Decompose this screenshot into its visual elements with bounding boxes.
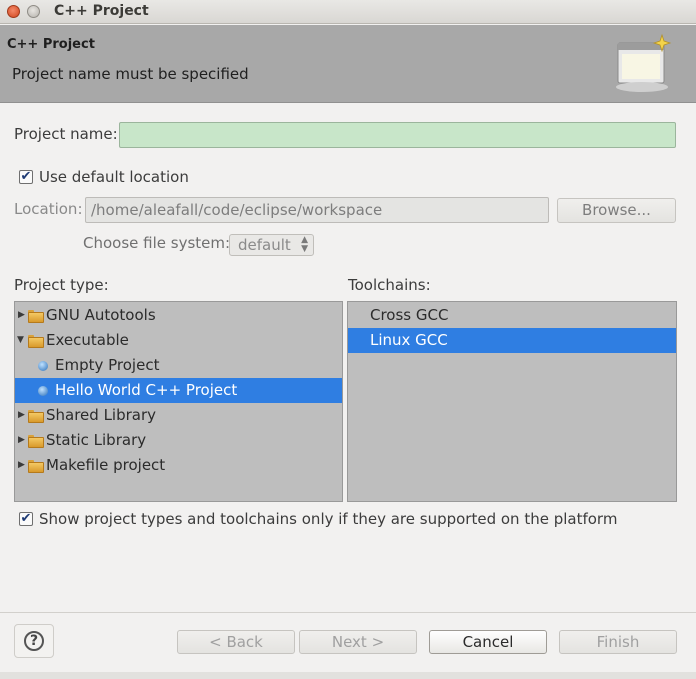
tree-item-executable[interactable]: ▼ Executable bbox=[15, 328, 342, 353]
tree-item-label: Hello World C++ Project bbox=[55, 381, 238, 399]
project-name-input[interactable] bbox=[119, 122, 676, 148]
back-button[interactable]: < Back bbox=[177, 630, 295, 654]
file-system-value: default bbox=[238, 236, 291, 254]
use-default-location-checkbox[interactable]: ✔ bbox=[19, 170, 33, 184]
use-default-location-label: Use default location bbox=[39, 168, 189, 186]
spinner-arrows-icon: ▲ ▼ bbox=[301, 235, 308, 254]
file-system-label: Choose file system: bbox=[83, 234, 231, 252]
tree-item-label: Shared Library bbox=[46, 406, 157, 424]
project-type-label: Project type: bbox=[14, 276, 109, 294]
tree-item-label: GNU Autotools bbox=[46, 306, 156, 324]
tree-item-label: Static Library bbox=[46, 431, 147, 449]
button-bar-divider bbox=[0, 612, 696, 613]
title-bar: C++ Project bbox=[0, 0, 696, 24]
cancel-button[interactable]: Cancel bbox=[429, 630, 547, 654]
wizard-header: C++ Project Project name must be specifi… bbox=[0, 25, 696, 103]
new-project-wizard-icon bbox=[616, 33, 672, 92]
folder-icon bbox=[28, 460, 44, 473]
tree-item-label: Executable bbox=[46, 331, 129, 349]
tree-item-hello-world-cpp-project[interactable]: Hello World C++ Project bbox=[15, 378, 342, 403]
open-folder-icon bbox=[28, 335, 44, 348]
wizard-title: C++ Project bbox=[7, 37, 95, 52]
project-template-icon bbox=[38, 386, 48, 396]
toolchain-item-cross-gcc[interactable]: Cross GCC bbox=[348, 303, 676, 328]
show-supported-only-checkbox[interactable]: ✔ bbox=[19, 512, 33, 526]
toolchain-item-linux-gcc[interactable]: Linux GCC bbox=[348, 328, 676, 353]
help-icon: ? bbox=[24, 631, 44, 651]
tree-item-label: Makefile project bbox=[46, 456, 166, 474]
expand-arrow-icon[interactable]: ▶ bbox=[18, 453, 25, 478]
folder-icon bbox=[28, 410, 44, 423]
project-template-icon bbox=[38, 361, 48, 371]
finish-button[interactable]: Finish bbox=[559, 630, 677, 654]
help-button[interactable]: ? bbox=[14, 624, 54, 658]
show-supported-only-label: Show project types and toolchains only i… bbox=[39, 510, 618, 528]
toolchain-label: Linux GCC bbox=[370, 331, 448, 349]
expand-arrow-icon[interactable]: ▶ bbox=[18, 428, 25, 453]
close-window-button[interactable] bbox=[7, 5, 20, 18]
collapse-arrow-icon[interactable]: ▼ bbox=[17, 328, 24, 353]
file-system-select[interactable]: default ▲ ▼ bbox=[229, 234, 314, 256]
tree-item-shared-library[interactable]: ▶ Shared Library bbox=[15, 403, 342, 428]
project-type-tree[interactable]: ▶ GNU Autotools ▼ Executable Empty Proje… bbox=[14, 301, 343, 502]
tree-item-static-library[interactable]: ▶ Static Library bbox=[15, 428, 342, 453]
wizard-message: Project name must be specified bbox=[12, 65, 249, 83]
expand-arrow-icon[interactable]: ▶ bbox=[18, 303, 25, 328]
next-button[interactable]: Next > bbox=[299, 630, 417, 654]
tree-item-label: Empty Project bbox=[55, 356, 160, 374]
toolchains-label: Toolchains: bbox=[348, 276, 431, 294]
project-name-label: Project name: bbox=[14, 125, 118, 143]
location-label: Location: bbox=[14, 200, 83, 218]
minimize-window-button[interactable] bbox=[27, 5, 40, 18]
tree-item-empty-project[interactable]: Empty Project bbox=[15, 353, 342, 378]
tree-item-makefile-project[interactable]: ▶ Makefile project bbox=[15, 453, 342, 478]
expand-arrow-icon[interactable]: ▶ bbox=[18, 403, 25, 428]
window-title: C++ Project bbox=[54, 3, 149, 19]
window-bottom-edge bbox=[0, 672, 696, 679]
tree-item-gnu-autotools[interactable]: ▶ GNU Autotools bbox=[15, 303, 342, 328]
folder-icon bbox=[28, 435, 44, 448]
browse-button[interactable]: Browse... bbox=[557, 198, 676, 223]
folder-icon bbox=[28, 310, 44, 323]
toolchain-label: Cross GCC bbox=[370, 306, 449, 324]
toolchains-list[interactable]: Cross GCC Linux GCC bbox=[347, 301, 677, 502]
location-input[interactable] bbox=[85, 197, 549, 223]
